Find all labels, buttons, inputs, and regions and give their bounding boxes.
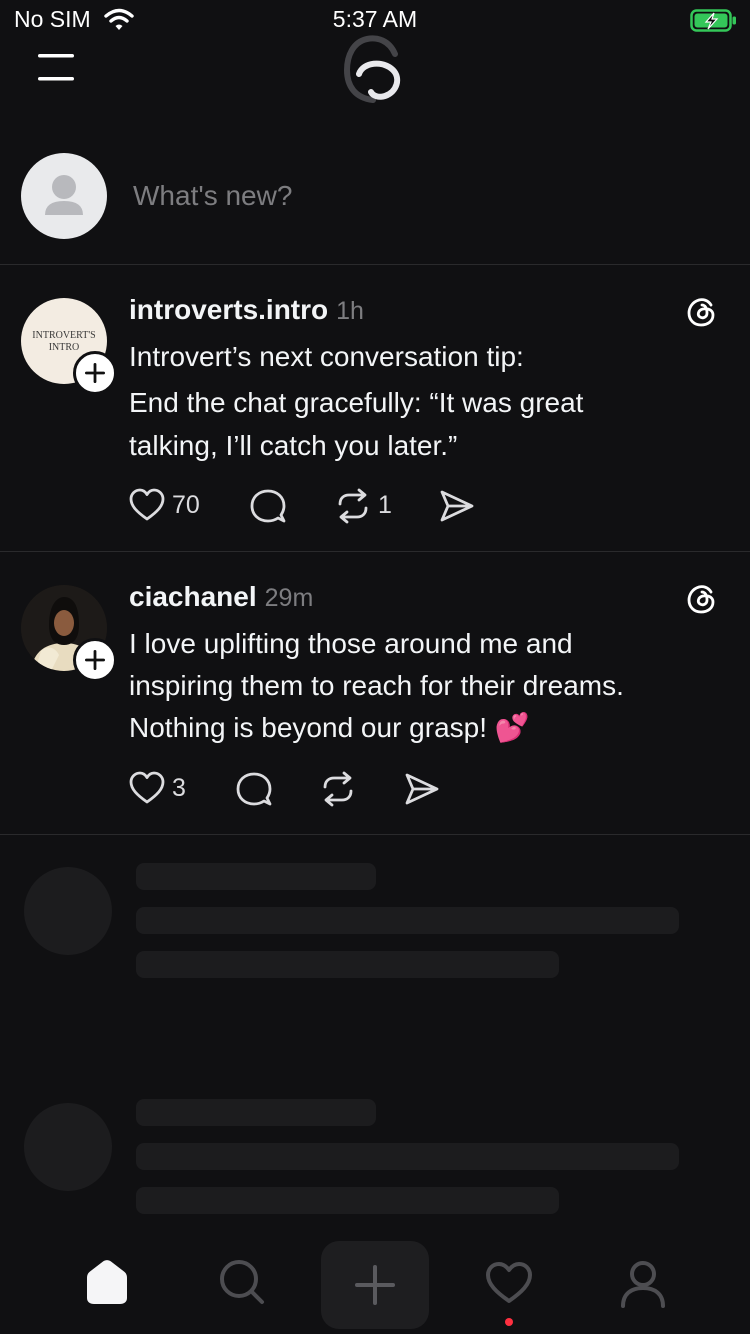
- activity-icon: [486, 1262, 532, 1303]
- comment-button[interactable]: [250, 488, 286, 529]
- post-text-line: I love uplifting those around me and: [129, 628, 573, 659]
- repost-button[interactable]: [334, 488, 372, 529]
- heart-icon: [129, 488, 165, 521]
- tab-home[interactable]: [84, 1258, 130, 1311]
- create-icon: [355, 1265, 395, 1305]
- share-button[interactable]: [438, 488, 476, 529]
- heart-icon: [129, 771, 165, 804]
- comment-button[interactable]: [236, 771, 272, 812]
- post-text-line: End the chat gracefully: “It was great: [129, 387, 584, 418]
- post-text-line: Nothing is beyond our grasp! 💕: [129, 712, 530, 743]
- plus-icon: [85, 363, 105, 383]
- tab-profile[interactable]: [619, 1260, 667, 1315]
- repost-button[interactable]: [319, 771, 357, 812]
- skeleton-avatar: [24, 1103, 112, 1191]
- post-username[interactable]: introverts.intro: [129, 294, 328, 325]
- repost-count: 1: [378, 491, 392, 519]
- status-time: 5:37 AM: [332, 6, 418, 32]
- skeleton-line: [136, 1099, 376, 1126]
- threads-logo-icon[interactable]: [343, 34, 407, 109]
- notification-dot: [505, 1318, 513, 1326]
- composer-input[interactable]: What's new?: [133, 180, 292, 212]
- post-text-line: Introvert’s next conversation tip:: [129, 341, 524, 372]
- like-button[interactable]: [129, 771, 165, 810]
- post-body: I love uplifting those around me and ins…: [129, 622, 729, 749]
- user-placeholder-icon: [45, 175, 83, 215]
- skeleton-line: [136, 1187, 559, 1214]
- post-body: Introvert’s next conversation tip: End t…: [129, 335, 719, 467]
- send-icon: [440, 490, 474, 522]
- skeleton-line: [136, 1143, 679, 1170]
- threads-badge-icon[interactable]: [686, 296, 718, 333]
- comment-icon: [236, 772, 272, 806]
- post-header: ciachanel 29m: [129, 581, 313, 613]
- battery-icon: [690, 8, 738, 39]
- profile-icon: [621, 1261, 665, 1308]
- skeleton-line: [136, 907, 679, 934]
- menu-icon[interactable]: [38, 52, 74, 87]
- threads-badge-icon[interactable]: [686, 583, 718, 620]
- composer-avatar[interactable]: [21, 153, 107, 239]
- divider: [0, 264, 750, 265]
- repost-icon: [323, 771, 353, 807]
- search-icon: [220, 1260, 264, 1304]
- like-count: 70: [172, 491, 200, 519]
- home-icon: [87, 1260, 127, 1304]
- post-time: 29m: [264, 584, 314, 612]
- send-icon: [405, 773, 439, 805]
- like-count: 3: [172, 774, 186, 802]
- divider: [0, 551, 750, 552]
- post-username[interactable]: ciachanel: [129, 581, 257, 612]
- post-text-line: inspiring them to reach for their dreams…: [129, 670, 624, 701]
- share-button[interactable]: [403, 771, 441, 812]
- skeleton-line: [136, 863, 376, 890]
- comment-icon: [250, 489, 286, 523]
- skeleton-line: [136, 951, 559, 978]
- divider: [0, 834, 750, 835]
- post-header: introverts.intro 1h: [129, 294, 364, 326]
- plus-icon: [85, 650, 105, 670]
- follow-button[interactable]: [73, 351, 117, 395]
- tab-search[interactable]: [218, 1258, 266, 1311]
- post-time: 1h: [336, 297, 364, 325]
- repost-icon: [338, 488, 368, 524]
- post-text-line: talking, I’ll catch you later.”: [129, 430, 458, 461]
- tab-create[interactable]: [321, 1241, 429, 1329]
- skeleton-avatar: [24, 867, 112, 955]
- like-button[interactable]: [129, 488, 165, 527]
- follow-button[interactable]: [73, 638, 117, 682]
- tab-activity[interactable]: [485, 1261, 533, 1310]
